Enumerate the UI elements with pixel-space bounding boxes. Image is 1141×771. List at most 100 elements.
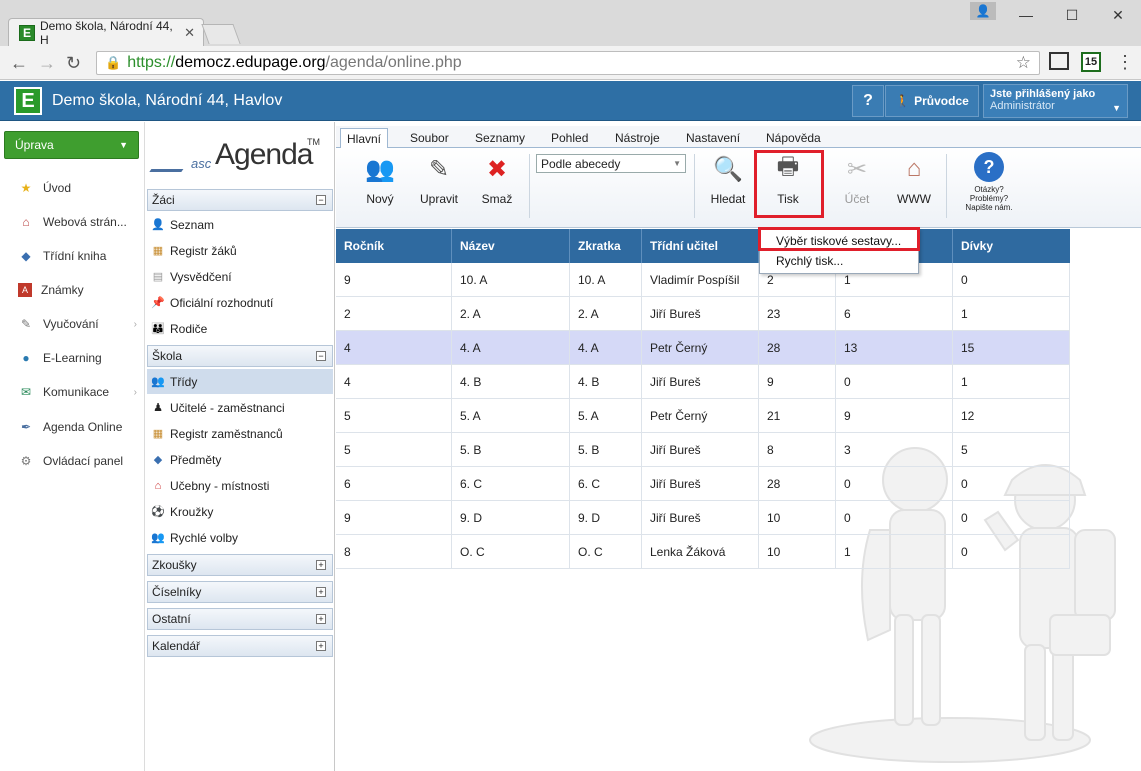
nav-item-webova-stranka[interactable]: ⌂ Webová strán...	[0, 209, 145, 235]
table-cell: 10. A	[452, 263, 570, 297]
table-cell: 6	[836, 297, 953, 331]
col-divky[interactable]: Dívky	[953, 229, 1070, 263]
expand-icon[interactable]: +	[316, 560, 326, 570]
table-row[interactable]: 2 2. A 2. A Jiří Bureš 23 6 1	[336, 297, 1070, 331]
bookmark-star-icon[interactable]: ☆	[1016, 53, 1031, 73]
col-tridni-ucitel[interactable]: Třídní učitel	[642, 229, 759, 263]
table-row[interactable]: 4 4. A 4. A Petr Černý 28 13 15	[336, 331, 1070, 365]
tab-nastaveni[interactable]: Nastavení	[680, 128, 746, 148]
item-predmety[interactable]: ◆ Předměty	[147, 447, 333, 472]
agenda-sidebar: asc Agenda TM Žáci − 👤 Seznam ▦ Registr žák…	[145, 122, 335, 771]
upravit-button[interactable]: ✎ Upravit	[418, 152, 460, 214]
logo-tm-text: TM	[307, 137, 320, 147]
col-zkratka[interactable]: Zkratka	[570, 229, 642, 263]
browser-menu-icon[interactable]: ⋮	[1116, 52, 1134, 73]
table-row[interactable]: 5 5. A 5. A Petr Černý 21 9 12	[336, 399, 1070, 433]
chevron-down-icon: ▼	[1112, 103, 1121, 113]
expand-icon[interactable]: +	[316, 641, 326, 651]
hledat-button[interactable]: 🔍 Hledat	[708, 152, 748, 214]
forward-icon[interactable]: →	[38, 53, 56, 74]
item-vysvedceni[interactable]: ▤ Vysvědčení	[147, 264, 333, 289]
expand-icon[interactable]: +	[316, 587, 326, 597]
tab-close-icon[interactable]: ✕	[184, 25, 195, 41]
item-oficialni-rozhodnuti[interactable]: 📌 Oficiální rozhodnutí	[147, 290, 333, 315]
guide-button[interactable]: 🚶 Průvodce	[885, 85, 979, 117]
tab-seznamy[interactable]: Seznamy	[469, 128, 531, 148]
item-tridy[interactable]: 👥 Třídy	[147, 369, 333, 394]
section-kalendar[interactable]: Kalendář +	[147, 635, 333, 657]
collapse-icon[interactable]: −	[316, 195, 326, 205]
nav-item-agenda-online[interactable]: ✒ Agenda Online	[0, 414, 145, 440]
window-close-icon[interactable]: ✕	[1095, 0, 1141, 30]
questions-button[interactable]: ? Otázky? Problémy? Napište nám.	[958, 152, 1020, 214]
tab-napoveda[interactable]: Nápověda	[760, 128, 827, 148]
help-button[interactable]: ?	[852, 85, 884, 117]
section-skola[interactable]: Škola −	[147, 345, 333, 367]
table-cell: 4. B	[452, 365, 570, 399]
address-bar[interactable]: 🔒 https:// democz.edupage.org /agenda/on…	[96, 51, 1040, 75]
novy-button[interactable]: 👥 Nový	[362, 152, 398, 214]
quick-choice-icon: 👥	[151, 532, 165, 544]
item-rodice[interactable]: 👪 Rodiče	[147, 316, 333, 341]
item-registr-zaku[interactable]: ▦ Registr žáků	[147, 238, 333, 263]
item-krouzky[interactable]: ⚽ Kroužky	[147, 499, 333, 524]
ucet-button[interactable]: ✂ Účet	[839, 152, 875, 214]
nav-item-uvod[interactable]: ★ Úvod	[0, 175, 145, 201]
nav-item-ovladaci-panel[interactable]: ⚙ Ovládací panel	[0, 448, 145, 474]
table-row[interactable]: 6 6. C 6. C Jiří Bureš 28 0 0	[336, 467, 1070, 501]
tisk-highlight	[754, 150, 824, 218]
nav-item-znamky[interactable]: A Známky	[0, 277, 145, 303]
section-ciselniky[interactable]: Číselníky +	[147, 581, 333, 603]
uprava-button[interactable]: Úprava ▼	[4, 131, 139, 159]
table-cell: 9	[759, 365, 836, 399]
table-row[interactable]: 5 5. B 5. B Jiří Bureš 8 3 5	[336, 433, 1070, 467]
table-row[interactable]: 4 4. B 4. B Jiří Bureš 9 0 1	[336, 365, 1070, 399]
expand-icon[interactable]: +	[316, 614, 326, 624]
table-header: Ročník Název Zkratka Třídní učitel Dívky	[336, 229, 1070, 263]
tab-hlavni[interactable]: Hlavní	[340, 128, 389, 149]
col-rocnik[interactable]: Ročník	[336, 229, 452, 263]
item-ucebny[interactable]: ⌂ Učebny - místnosti	[147, 473, 333, 498]
reload-icon[interactable]: ↻	[66, 53, 81, 74]
section-zkousky[interactable]: Zkoušky +	[147, 554, 333, 576]
nav-item-komunikace[interactable]: ✉ Komunikace ›	[0, 379, 145, 405]
window-controls: — ☐ ✕	[1003, 0, 1141, 30]
dropdown-arrow-icon: ▼	[673, 159, 681, 168]
item-registr-zamestnancu[interactable]: ▦ Registr zaměstnanců	[147, 421, 333, 446]
tab-soubor[interactable]: Soubor	[404, 128, 455, 148]
new-tab-button[interactable]	[201, 24, 241, 44]
nav-item-tridni-kniha[interactable]: ◆ Třídní kniha	[0, 243, 145, 269]
table-cell: 5	[336, 399, 452, 433]
collapse-icon[interactable]: −	[316, 351, 326, 361]
nav-item-e-learning[interactable]: ● E-Learning	[0, 345, 145, 371]
browser-tab[interactable]: E Demo škola, Národní 44, H ✕	[8, 18, 204, 47]
section-zaci[interactable]: Žáci −	[147, 189, 333, 211]
logo-agenda-text: Agenda	[215, 138, 313, 171]
item-rychle-volby[interactable]: 👥 Rychlé volby	[147, 525, 333, 550]
back-icon[interactable]: ←	[10, 53, 28, 74]
nav-item-vyucovani[interactable]: ✎ Vyučování ›	[0, 311, 145, 337]
smaz-button[interactable]: ✖ Smaž	[480, 152, 514, 214]
rychly-tisk-item[interactable]: Rychlý tisk...	[760, 251, 918, 271]
item-seznam[interactable]: 👤 Seznam	[147, 212, 333, 237]
extension-badge[interactable]: 15	[1081, 52, 1101, 72]
table-row[interactable]: 9 9. D 9. D Jiří Bureš 10 0 0	[336, 501, 1070, 535]
item-ucitele[interactable]: ♟ Učitelé - zaměstnanci	[147, 395, 333, 420]
www-button[interactable]: ⌂ WWW	[896, 152, 932, 214]
table-row[interactable]: 8 O. C O. C Lenka Žáková 10 1 0	[336, 535, 1070, 569]
table-cell: Jiří Bureš	[642, 501, 759, 535]
tab-pohled[interactable]: Pohled	[545, 128, 594, 148]
maximize-icon[interactable]: ☐	[1049, 0, 1095, 30]
user-menu[interactable]: Jste přihlášený jako Administrátor ▼	[983, 84, 1128, 118]
edupage-logo[interactable]: E	[14, 87, 42, 115]
tab-nastroje[interactable]: Nástroje	[609, 128, 666, 148]
col-nazev[interactable]: Název	[452, 229, 570, 263]
cast-icon[interactable]	[1049, 52, 1069, 70]
table-cell: 5. A	[452, 399, 570, 433]
sort-select[interactable]: Podle abecedy ▼	[536, 154, 686, 173]
section-ostatni[interactable]: Ostatní +	[147, 608, 333, 630]
minimize-icon[interactable]: —	[1003, 0, 1049, 30]
table-row[interactable]: 9 10. A 10. A Vladimír Pospíšil 2 1 0	[336, 263, 1070, 297]
smaz-label: Smaž	[481, 192, 513, 206]
user-profile-icon[interactable]: 👤	[970, 2, 996, 20]
